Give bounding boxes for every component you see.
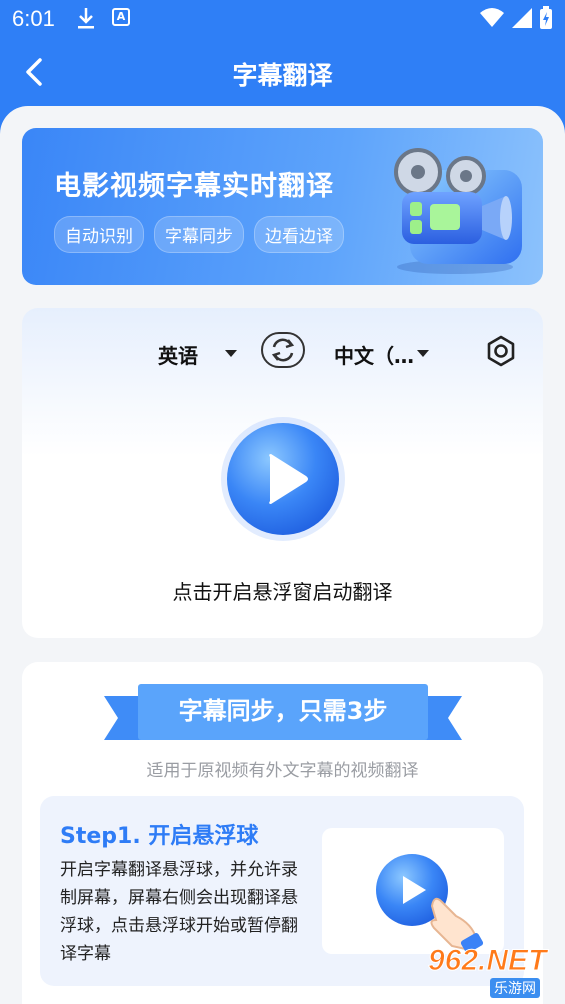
play-icon [221,417,345,541]
banner-tag: 字幕同步 [154,216,244,253]
steps-subtitle: 适用于原视频有外文字幕的视频翻译 [146,761,419,781]
app-header: 字幕翻译 [0,38,565,108]
swap-languages-button[interactable] [261,332,305,368]
signal-icon [511,7,533,35]
site-watermark-logo: 962.NET 乐游网 [427,944,558,998]
step-description: 开启字幕翻译悬浮球，并允许录制屏幕，屏幕右侧会出现翻译悬浮球，点击悬浮球开始或暂… [60,860,298,964]
source-language-select[interactable]: 英语 [158,340,198,369]
watermark-sub: 乐游网 [490,978,540,998]
status-icons [479,6,553,36]
download-icon [76,6,96,36]
banner-tags: 自动识别 字幕同步 边看边译 [54,216,344,253]
settings-button[interactable] [484,334,518,368]
status-time: 6:01 [12,6,55,31]
content-sheet: 电影视频字幕实时翻译 自动识别 字幕同步 边看边译 英语 中文（… 点击开启悬浮… [0,106,565,1004]
banner-tag: 自动识别 [54,216,144,253]
watermark-text: 962.NET [427,944,547,978]
floating-ball-tap-icon [376,854,484,953]
caret-down-icon[interactable] [417,350,429,357]
steps-heading: 字幕同步，只需3步 [178,697,388,725]
gear-icon [487,335,515,367]
promo-banner[interactable]: 电影视频字幕实时翻译 自动识别 字幕同步 边看边译 [22,128,543,285]
caret-down-icon[interactable] [225,350,237,357]
app-notification-icon: A [112,8,130,26]
target-language-select[interactable]: 中文（… [334,340,414,369]
banner-title: 电影视频字幕实时翻译 [54,171,334,202]
swap-icon [271,338,295,362]
step-illustration [322,828,504,954]
step-title: Step1. 开启悬浮球 [60,824,259,849]
translator-card: 英语 中文（… 点击开启悬浮窗启动翻译 [22,308,543,638]
wifi-icon [479,7,505,35]
page-title: 字幕翻译 [232,61,333,90]
start-floating-window-button[interactable] [218,414,348,544]
movie-camera-icon [394,148,522,274]
banner-tag: 边看边译 [254,216,344,253]
status-bar: 6:01 A [0,0,565,38]
battery-icon [539,6,553,36]
start-hint-text: 点击开启悬浮窗启动翻译 [172,580,393,604]
